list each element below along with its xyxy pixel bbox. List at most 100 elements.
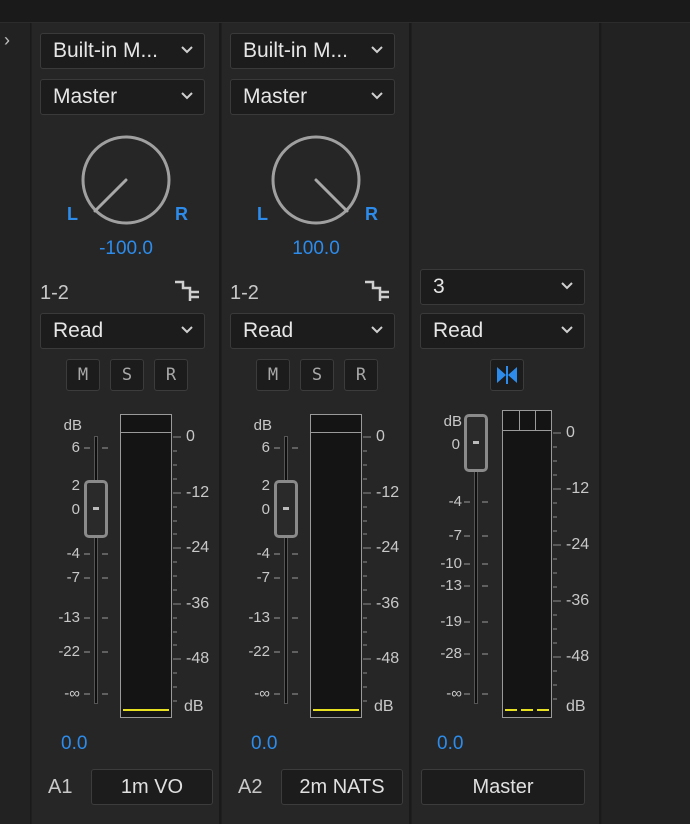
stereo-link-button[interactable] (490, 359, 524, 391)
meter-divider (535, 411, 536, 431)
fader-scale-label: -13 (58, 609, 80, 626)
channel-label: 1-2 (230, 282, 259, 304)
meter-scale-label: -48 (566, 648, 590, 665)
solo-button[interactable]: S (110, 359, 144, 391)
fader-scale-label: -7 (256, 569, 270, 586)
solo-button[interactable]: S (300, 359, 334, 391)
volume-fader[interactable] (464, 414, 488, 472)
meter-ticks (173, 436, 181, 702)
meter-scale-label: -12 (376, 484, 400, 501)
meter-scale-label: -24 (566, 536, 590, 553)
fader-scale-label: -∞ (446, 685, 462, 702)
fader-scale-label: -22 (58, 643, 80, 660)
meter-scale-label: dB (184, 698, 204, 715)
track-id: A1 (48, 776, 73, 798)
mute-button[interactable]: M (256, 359, 290, 391)
left-gutter (0, 23, 31, 824)
automation-dropdown-value: Read (433, 319, 484, 342)
meter-scale-label: -48 (376, 650, 400, 667)
track-name[interactable]: 1m VO (91, 769, 213, 805)
meter-scale-label: dB (374, 698, 394, 715)
panel-header (0, 0, 690, 23)
fader-track[interactable] (94, 436, 98, 704)
pan-left-label: L (257, 204, 268, 224)
automation-dropdown-value: Read (53, 319, 104, 342)
output-dropdown[interactable]: 3 (420, 269, 585, 305)
volume-fader[interactable] (84, 480, 108, 538)
meter-scale-label: -36 (376, 595, 400, 612)
fader-scale-label: -22 (248, 643, 270, 660)
peak-indicator[interactable] (311, 415, 361, 433)
volume-value[interactable]: 0.0 (61, 733, 87, 755)
meter-level (537, 709, 549, 711)
volume-value[interactable]: 0.0 (251, 733, 277, 755)
meter-scale-label: -24 (186, 539, 210, 556)
output-dropdown-value: Built-in M... (243, 39, 349, 62)
volume-value[interactable]: 0.0 (437, 733, 463, 755)
track-name[interactable]: Master (421, 769, 585, 805)
fader-scale-label: -7 (448, 527, 462, 544)
pan-value[interactable]: 100.0 (256, 238, 376, 260)
send-dropdown[interactable]: Master (230, 79, 395, 115)
fader-scale-label: -4 (448, 493, 462, 510)
routing-icon[interactable] (174, 279, 200, 303)
output-dropdown[interactable]: Built-in M... (230, 33, 395, 69)
mute-button[interactable]: M (66, 359, 100, 391)
fader-scale-label: dB (63, 417, 82, 434)
meter-scale-label: 0 (186, 428, 195, 445)
send-dropdown-value: Master (243, 85, 308, 108)
peak-indicator[interactable] (121, 415, 171, 433)
chevron-down-icon (181, 46, 193, 54)
fader-scale-label: 0 (261, 501, 270, 518)
chevron-down-icon (181, 326, 193, 334)
meter-scale-label: -12 (186, 484, 210, 501)
fader-scale-label: 2 (261, 477, 270, 494)
output-dropdown[interactable]: Built-in M... (40, 33, 205, 69)
fader-scale-label: -10 (440, 555, 462, 572)
pan-right-label: R (365, 204, 378, 224)
meter-level (313, 709, 359, 711)
level-meter (502, 410, 552, 718)
send-dropdown[interactable]: Master (40, 79, 205, 115)
meter-level (123, 709, 169, 711)
routing-icon[interactable] (364, 279, 390, 303)
chevron-down-icon (181, 92, 193, 100)
track-name[interactable]: 2m NATS (281, 769, 403, 805)
meter-ticks (553, 432, 561, 700)
record-button[interactable]: R (344, 359, 378, 391)
fader-scale-label: -13 (440, 577, 462, 594)
automation-dropdown[interactable]: Read (230, 313, 395, 349)
fader-scale-label: 0 (451, 436, 460, 453)
level-meter (120, 414, 172, 718)
meter-scale-label: dB (566, 698, 586, 715)
level-meter (310, 414, 362, 718)
fader-scale-label: dB (443, 413, 462, 430)
meter-divider (519, 411, 520, 431)
fader-scale-label: -4 (256, 545, 270, 562)
volume-fader[interactable] (274, 480, 298, 538)
send-dropdown-value: Master (53, 85, 118, 108)
peak-indicator[interactable] (503, 411, 551, 431)
fader-scale-label: -7 (66, 569, 80, 586)
chevron-down-icon (371, 326, 383, 334)
meter-scale-label: -48 (186, 650, 210, 667)
pan-knob[interactable] (270, 134, 362, 226)
pan-value[interactable]: -100.0 (66, 238, 186, 260)
output-dropdown-value: Built-in M... (53, 39, 159, 62)
fader-scale-label: dB (253, 417, 272, 434)
automation-dropdown-value: Read (243, 319, 294, 342)
fader-track[interactable] (284, 436, 288, 704)
fader-scale-label: -28 (440, 645, 462, 662)
meter-ticks (363, 436, 371, 702)
meter-scale-label: -12 (566, 480, 590, 497)
automation-dropdown[interactable]: Read (420, 313, 585, 349)
chevron-down-icon (561, 326, 573, 334)
pan-knob[interactable] (80, 134, 172, 226)
empty-area (602, 23, 690, 824)
chevron-down-icon (371, 92, 383, 100)
record-button[interactable]: R (154, 359, 188, 391)
expand-chevron-icon[interactable]: › (4, 30, 18, 50)
automation-dropdown[interactable]: Read (40, 313, 205, 349)
pan-right-label: R (175, 204, 188, 224)
fader-scale-label: -13 (248, 609, 270, 626)
